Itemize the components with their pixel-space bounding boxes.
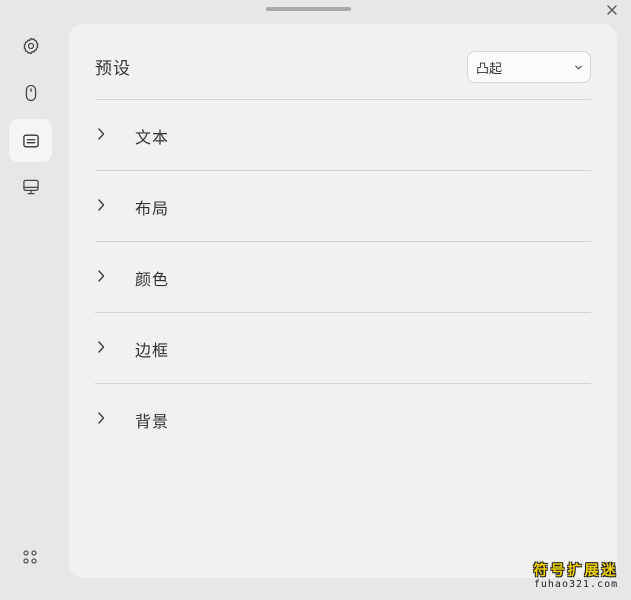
more-apps-button[interactable] <box>15 542 45 572</box>
window-drag-handle[interactable] <box>266 7 351 11</box>
section-list: 文本 布局 颜色 边框 背景 <box>95 99 591 454</box>
section-label: 背景 <box>135 412 170 431</box>
sidebar-item-settings[interactable] <box>9 24 52 67</box>
chevron-right-icon <box>98 199 105 211</box>
sidebar-item-display[interactable] <box>9 165 52 208</box>
section-color[interactable]: 颜色 <box>95 241 591 312</box>
chevron-right-icon <box>98 412 105 424</box>
preset-select[interactable]: 凸起 <box>467 51 591 83</box>
close-icon <box>607 5 617 15</box>
apps-dots-icon <box>23 550 37 564</box>
preset-row: 预设 凸起 <box>95 50 591 100</box>
gear-icon <box>23 37 38 54</box>
sidebar <box>0 0 62 600</box>
section-label: 文本 <box>135 128 170 147</box>
section-background[interactable]: 背景 <box>95 383 591 454</box>
chevron-right-icon <box>98 341 105 353</box>
text-box-icon <box>22 134 39 147</box>
chevron-down-icon <box>575 65 582 70</box>
preset-label: 预设 <box>95 59 131 79</box>
monitor-icon <box>22 179 39 194</box>
close-button[interactable] <box>604 2 620 18</box>
section-text[interactable]: 文本 <box>95 99 591 170</box>
chevron-right-icon <box>98 128 105 140</box>
mouse-icon <box>25 84 36 101</box>
watermark-url: fuhao321.com <box>533 579 619 590</box>
watermark-title: 符号扩展迷 <box>533 563 619 579</box>
section-label: 边框 <box>135 341 170 360</box>
section-layout[interactable]: 布局 <box>95 170 591 241</box>
section-label: 布局 <box>135 199 170 218</box>
sidebar-item-text-box[interactable] <box>9 119 52 162</box>
section-border[interactable]: 边框 <box>95 312 591 383</box>
chevron-right-icon <box>98 270 105 282</box>
preset-select-value: 凸起 <box>476 61 503 77</box>
site-watermark: 符号扩展迷 fuhao321.com <box>531 563 621 591</box>
settings-panel: 预设 凸起 文本 布局 颜色 边框 背景 <box>69 24 617 578</box>
sidebar-item-mouse[interactable] <box>9 71 52 114</box>
section-label: 颜色 <box>135 270 170 289</box>
